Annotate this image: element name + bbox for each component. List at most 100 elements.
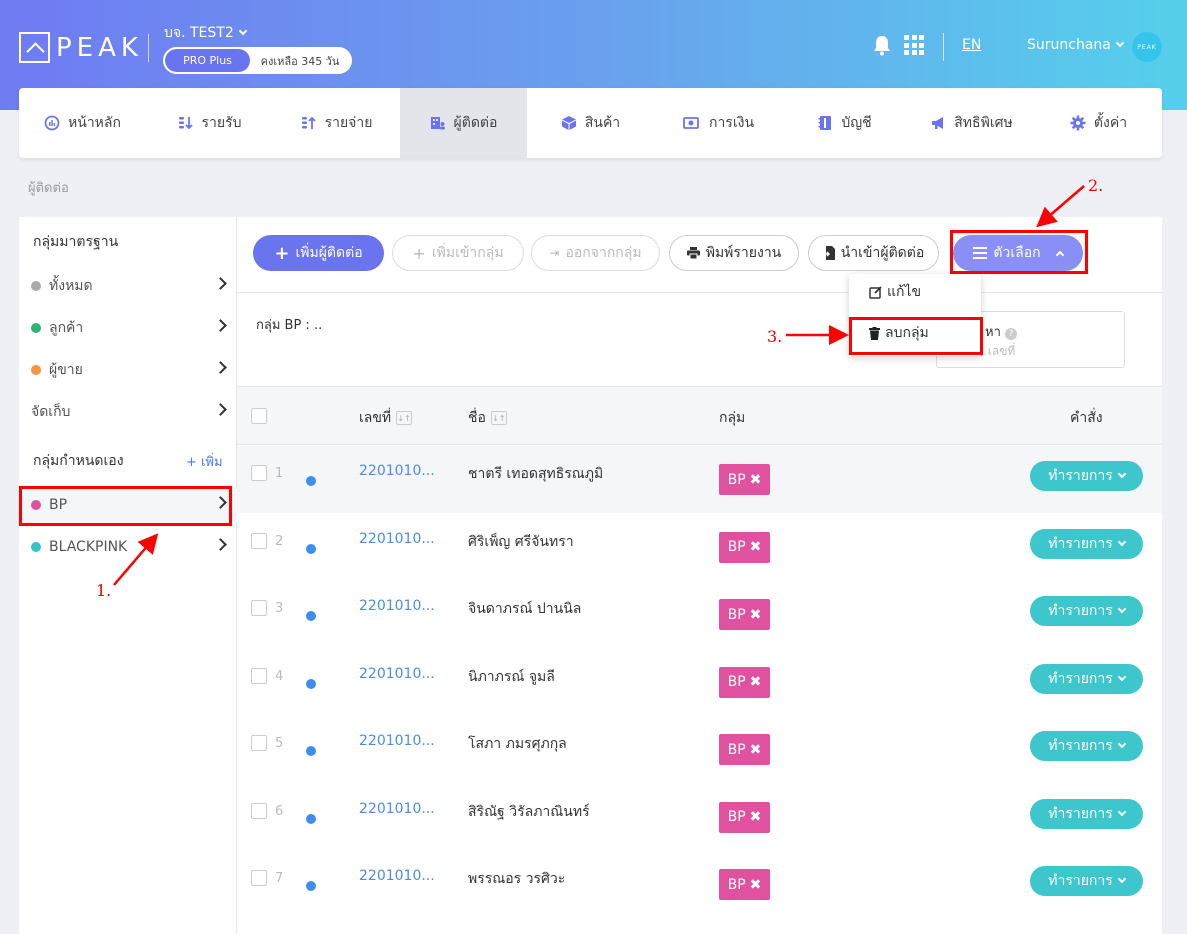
import-contacts-button[interactable]: นำเข้าผู้ติดต่อ — [808, 235, 939, 271]
group-color-dot — [31, 323, 41, 333]
add-to-group-button[interactable]: + เพิ่มเข้ากลุ่ม — [392, 235, 524, 271]
sidebar-item-blackpink[interactable]: BLACKPINK — [19, 529, 237, 565]
chevron-down-icon — [1117, 469, 1127, 479]
plan-badge: PRO Plus คงเหลือ 345 วัน — [163, 47, 352, 74]
contact-code-link[interactable]: 2201010... — [359, 801, 435, 817]
table-row[interactable]: 4 2201010... นิภาภรณ์ จูมลี BP ✖ ทำรายการ — [237, 649, 1162, 716]
bell-icon[interactable] — [872, 34, 892, 56]
row-action-button[interactable]: ทำรายการ — [1030, 798, 1143, 829]
contact-code-link[interactable]: 2201010... — [359, 531, 435, 547]
breadcrumb: ผู้ติดต่อ — [28, 181, 69, 196]
row-checkbox[interactable] — [251, 735, 267, 751]
apps-grid-icon[interactable] — [904, 35, 924, 55]
table-row[interactable]: 3 2201010... จินดาภรณ์ ปานนิล BP ✖ ทำรายการ — [237, 581, 1162, 648]
contact-code-link[interactable]: 2201010... — [359, 733, 435, 749]
group-tag[interactable]: BP ✖ — [719, 734, 770, 765]
row-index: 6 — [275, 803, 284, 819]
remove-tag-icon[interactable]: ✖ — [750, 539, 762, 555]
row-index: 2 — [275, 533, 284, 549]
remove-tag-icon[interactable]: ✖ — [750, 607, 762, 623]
group-tag[interactable]: BP ✖ — [719, 801, 770, 833]
select-all-checkbox[interactable] — [251, 408, 267, 424]
contact-code-link[interactable]: 2201010... — [359, 666, 435, 682]
row-checkbox[interactable] — [251, 667, 267, 684]
contact-name: ศิริเพ็ญ ศรีจันทรา — [468, 533, 574, 550]
table-row[interactable]: 2 2201010... ศิริเพ็ญ ศรีจันทรา BP ✖ ทำรายการ — [237, 514, 1162, 581]
contacts-panel: + เพิ่มผู้ติดต่อ + เพิ่มเข้ากลุ่ม ⇥ ออกจ… — [237, 217, 1162, 934]
user-menu[interactable]: Surunchana — [1027, 37, 1125, 53]
nav-label: การเงิน — [708, 115, 755, 131]
contact-code-link[interactable]: 2201010... — [359, 463, 435, 479]
table-row[interactable]: 5 2201010... โสภา ภมรศุภกุล BP ✖ ทำรายการ — [237, 716, 1162, 783]
row-action-button[interactable]: ทำรายการ — [1030, 596, 1143, 626]
header-divider — [148, 34, 149, 62]
group-tag[interactable]: BP ✖ — [719, 464, 770, 495]
table-row[interactable]: 7 2201010... พรรณอร วรศิวะ BP ✖ ทำรายการ — [237, 851, 1162, 918]
remove-tag-icon[interactable]: ✖ — [750, 472, 762, 488]
row-action-button[interactable]: ทำรายการ — [1030, 528, 1143, 559]
nav-label: บัญชี — [841, 115, 872, 131]
nav-accounting[interactable]: บัญชี — [781, 88, 908, 158]
contact-name: จินดาภรณ์ ปานนิล — [468, 601, 582, 617]
sidebar-item-archived[interactable]: จัดเก็บ — [19, 394, 237, 430]
remove-tag-icon[interactable]: ✖ — [750, 877, 762, 893]
sidebar-item-all[interactable]: ทั้งหมด — [19, 268, 237, 304]
nav-finance[interactable]: การเงิน — [654, 88, 781, 158]
contact-code-link[interactable]: 2201010... — [359, 598, 435, 614]
nav-income[interactable]: รายรับ — [146, 88, 273, 158]
peak-logo[interactable]: PEAK — [19, 31, 143, 64]
add-contact-button[interactable]: + เพิ่มผู้ติดต่อ — [253, 235, 384, 271]
group-tag[interactable]: BP ✖ — [719, 869, 770, 900]
column-action: คำสั่ง — [1070, 410, 1103, 426]
group-tag[interactable]: BP ✖ — [719, 531, 770, 563]
row-checkbox[interactable] — [251, 600, 267, 616]
nav-settings[interactable]: ตั้งค่า — [1035, 88, 1162, 158]
row-checkbox[interactable] — [251, 532, 267, 549]
column-name[interactable]: ชื่อ ↓↑ — [468, 407, 507, 429]
row-index: 3 — [275, 601, 284, 616]
print-report-button[interactable]: พิมพ์รายงาน — [669, 235, 799, 271]
remove-tag-icon[interactable]: ✖ — [750, 809, 762, 825]
row-action-button[interactable]: ทำรายการ — [1030, 461, 1143, 491]
company-name: บจ. TEST2 — [164, 25, 234, 41]
row-action-button[interactable]: ทำรายการ — [1030, 866, 1143, 896]
group-tag[interactable]: BP ✖ — [719, 666, 770, 698]
row-checkbox[interactable] — [251, 870, 267, 886]
group-tag[interactable]: BP ✖ — [719, 599, 770, 630]
column-number[interactable]: เลขที่ ↓↑ — [359, 407, 413, 429]
row-checkbox[interactable] — [251, 802, 267, 819]
chevron-right-icon — [214, 538, 227, 551]
button-label: ออกจากกลุ่ม — [565, 245, 642, 261]
annotation-step-2: 2. — [1088, 176, 1104, 195]
group-sidebar: กลุ่มมาตรฐาน ทั้งหมด ลูกค้า ผู้ขาย จัดเก… — [19, 217, 237, 934]
gear-icon — [1070, 115, 1086, 131]
nav-home[interactable]: หน้าหลัก — [19, 88, 146, 158]
avatar[interactable]: PEAK — [1132, 32, 1162, 62]
sidebar-item-vendors[interactable]: ผู้ขาย — [19, 352, 237, 388]
nav-privileges[interactable]: สิทธิพิเศษ — [908, 88, 1035, 158]
row-action-button[interactable]: ทำรายการ — [1030, 731, 1143, 761]
sort-icon: ↓↑ — [396, 411, 413, 425]
remove-tag-icon[interactable]: ✖ — [750, 742, 762, 758]
button-label: เพิ่มเข้ากลุ่ม — [431, 245, 504, 261]
add-group-button[interactable]: + เพิ่ม — [186, 451, 223, 472]
row-checkbox[interactable] — [251, 465, 267, 481]
table-row[interactable]: 6 2201010... สิริณัฐ วิรัลภาณินทร์ BP ✖ ทำราย… — [237, 784, 1162, 851]
chevron-down-icon — [1117, 604, 1127, 614]
nav-expense[interactable]: รายจ่าย — [273, 88, 400, 158]
nav-products[interactable]: สินค้า — [527, 88, 654, 158]
contact-code-link[interactable]: 2201010... — [359, 868, 435, 884]
button-label: นำเข้าผู้ติดต่อ — [840, 245, 925, 261]
logo-text: PEAK — [56, 32, 143, 63]
remove-tag-icon[interactable]: ✖ — [750, 674, 762, 690]
remove-from-group-button[interactable]: ⇥ ออกจากกลุ่ม — [531, 235, 660, 271]
nav-contacts[interactable]: ผู้ติดต่อ — [400, 88, 527, 158]
chevron-right-icon — [214, 361, 227, 374]
sidebar-item-customers[interactable]: ลูกค้า — [19, 310, 237, 346]
language-switch[interactable]: EN — [962, 37, 981, 53]
table-row[interactable]: 1 2201010... ชาตรี เทอดสุทธิรณภูมิ BP ✖ ทำราย… — [237, 446, 1162, 513]
edit-menu-item[interactable]: แก้ไข — [849, 274, 981, 310]
company-selector[interactable]: บจ. TEST2 — [164, 22, 247, 44]
box-icon — [561, 116, 576, 130]
row-action-button[interactable]: ทำรายการ — [1030, 663, 1143, 694]
